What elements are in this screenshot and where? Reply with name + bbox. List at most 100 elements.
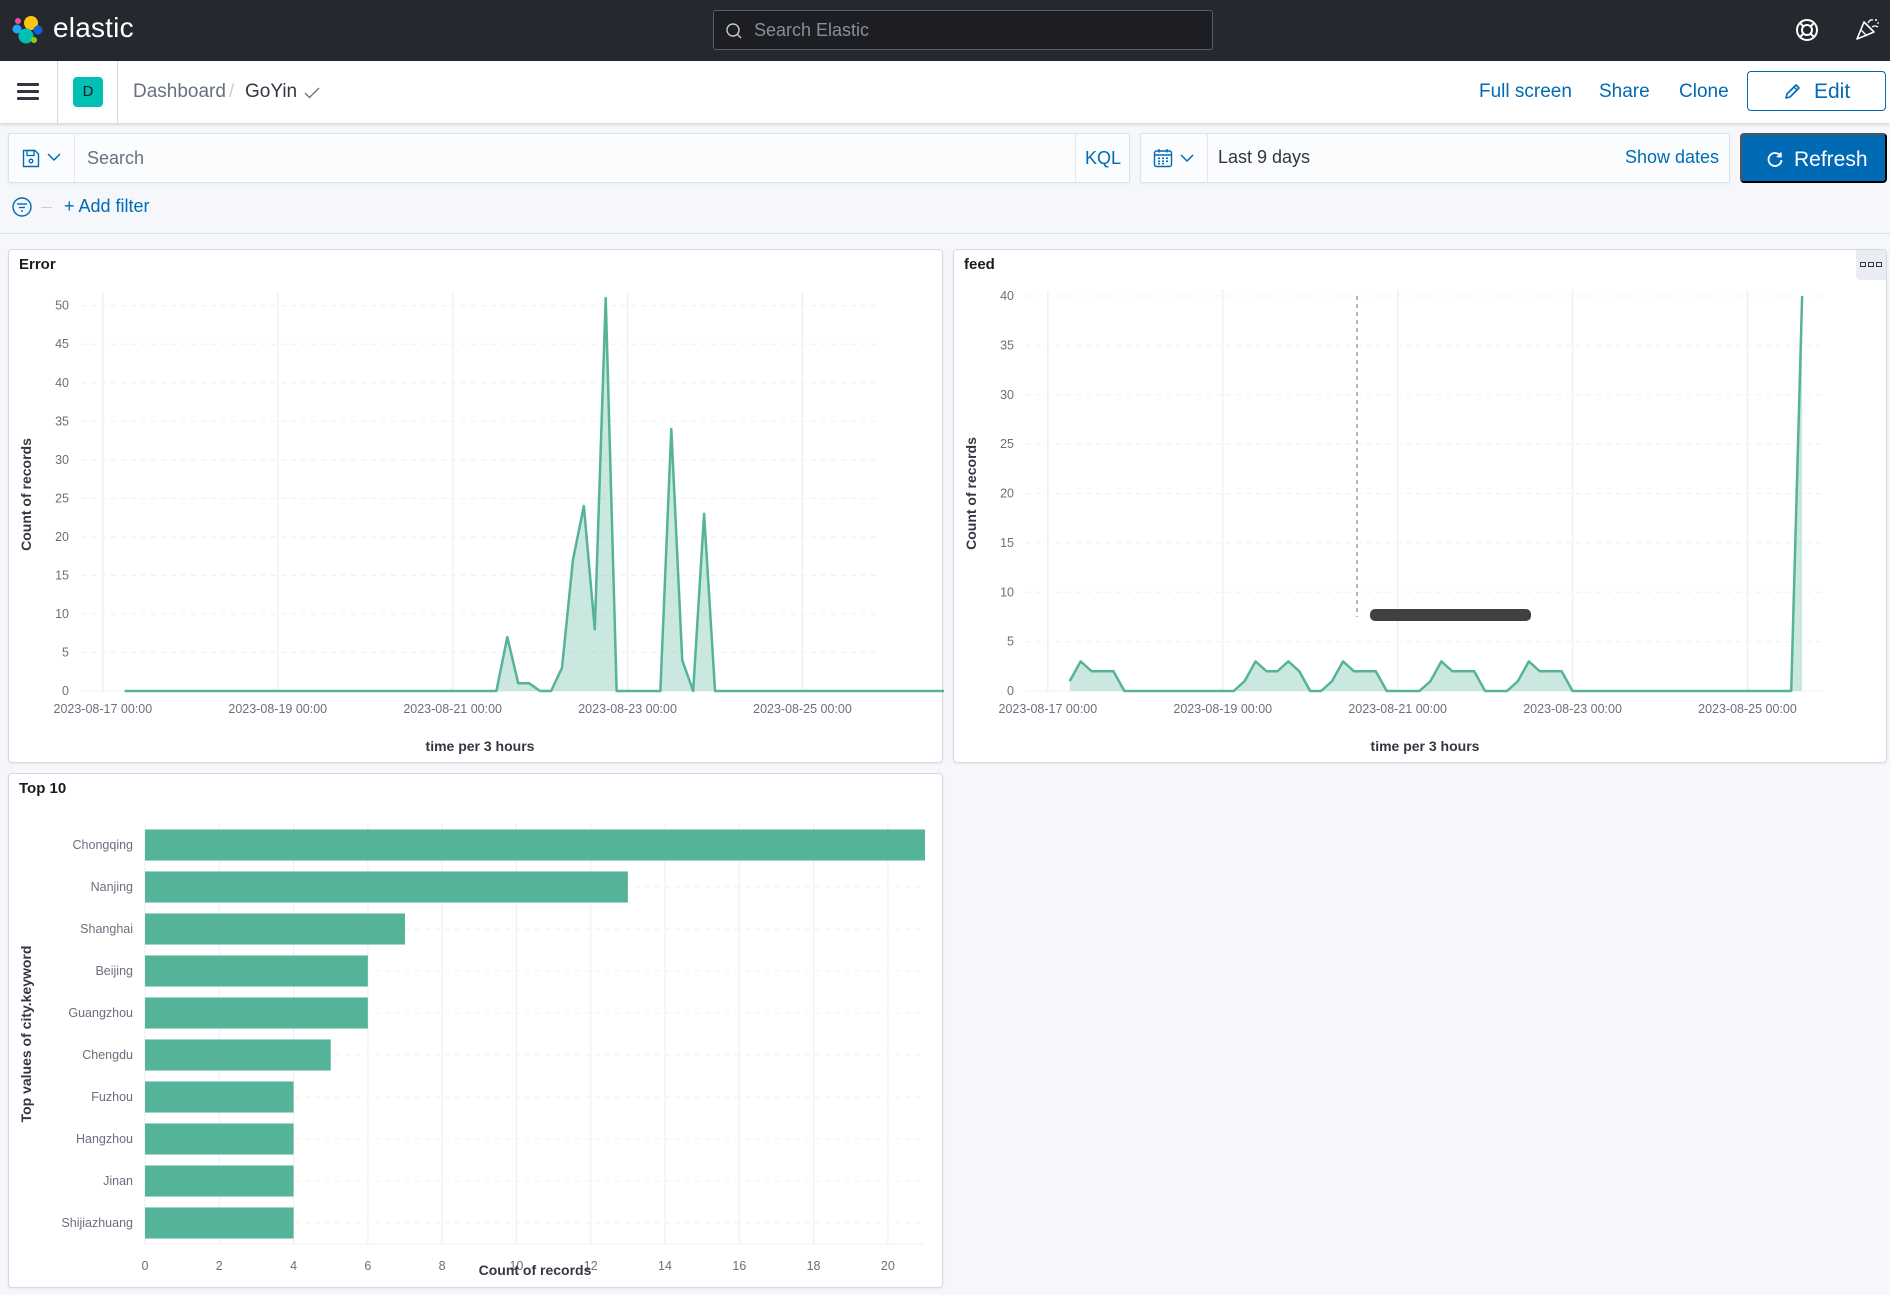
chevron-down-icon — [1180, 154, 1194, 163]
x-tick-label: 2023-08-25 00:00 — [1698, 702, 1797, 716]
x-tick-label: 4 — [290, 1259, 297, 1273]
query-language-button[interactable]: KQL — [1075, 134, 1130, 182]
bar — [145, 871, 628, 903]
x-tick-label: 2023-08-23 00:00 — [578, 702, 677, 716]
y-tick-label: 40 — [55, 376, 69, 390]
y-tick-label: 35 — [1000, 338, 1014, 352]
x-tick-label: 2023-08-19 00:00 — [228, 702, 327, 716]
error-area-chart[interactable]: 0 5 10 15 20 25 30 35 40 45 50 2023-08-17 00:00 2023… — [9, 250, 944, 764]
y-tick-label: 40 — [1000, 289, 1014, 303]
y-tick-label: Fuzhou — [91, 1090, 133, 1104]
bar — [145, 913, 405, 945]
y-tick-label: 15 — [1000, 536, 1014, 550]
x-tick-label: 2023-08-25 00:00 — [753, 702, 852, 716]
save-disk-icon — [22, 149, 40, 168]
x-tick-label: 2023-08-23 00:00 — [1523, 702, 1622, 716]
feed-area-chart[interactable]: 0 5 10 15 20 25 30 35 40 2023-08-17 00:00 2023-08-… — [954, 250, 1888, 764]
y-tick-label: 20 — [1000, 487, 1014, 501]
x-tick-label: 0 — [142, 1259, 149, 1273]
global-header: elastic — [0, 0, 1890, 61]
y-tick-label: 50 — [55, 299, 69, 313]
bar — [145, 1165, 294, 1197]
x-tick-label: 2023-08-21 00:00 — [1348, 702, 1447, 716]
y-tick-label: Shanghai — [80, 922, 133, 936]
y-axis-title: Count of records — [963, 437, 979, 550]
y-tick-label: Jinan — [103, 1174, 133, 1188]
nav-divider — [117, 61, 118, 123]
time-picker: Last 9 days Show dates — [1140, 133, 1730, 183]
series-line — [124, 296, 944, 693]
refresh-button[interactable]: Refresh — [1740, 133, 1887, 183]
newsfeed-confetti-icon[interactable] — [1854, 16, 1880, 42]
pencil-icon — [1785, 84, 1800, 99]
show-dates-button[interactable]: Show dates — [1625, 147, 1719, 168]
y-tick-label: 10 — [1000, 585, 1014, 599]
global-search-input[interactable] — [754, 11, 1204, 49]
bar — [145, 1039, 331, 1071]
share-link[interactable]: Share — [1599, 81, 1650, 103]
x-tick-label: 16 — [732, 1259, 746, 1273]
quick-menu-button[interactable] — [1141, 134, 1208, 182]
chevron-down-icon — [47, 153, 61, 162]
saved-queries-button[interactable] — [9, 134, 75, 182]
x-axis-title: Count of records — [479, 1262, 592, 1278]
breadcrumb-dashboard[interactable]: Dashboard — [133, 81, 226, 103]
y-tick-label: 5 — [62, 645, 69, 659]
y-tick-label: Chengdu — [82, 1048, 133, 1062]
filter-options-icon[interactable] — [12, 197, 32, 217]
x-tick-label: 2023-08-17 00:00 — [999, 702, 1098, 716]
y-tick-label: 30 — [55, 453, 69, 467]
global-search[interactable] — [713, 10, 1213, 50]
x-tick-label: 20 — [881, 1259, 895, 1273]
panel-error: Error 0 5 10 15 20 25 30 35 40 45 50 2023-08-17 00:… — [8, 249, 944, 764]
y-tick-label: Chongqing — [73, 838, 134, 852]
y-tick-label: 20 — [55, 530, 69, 544]
y-tick-label: Shijiazhuang — [61, 1216, 133, 1230]
breadcrumb-separator: / — [229, 81, 235, 102]
query-search-input[interactable] — [87, 134, 1067, 182]
brand-name: elastic — [53, 12, 134, 43]
x-axis-title: time per 3 hours — [1371, 738, 1480, 754]
x-tick-label: 6 — [364, 1259, 371, 1273]
y-axis-title: Top values of city.keyword — [18, 946, 34, 1123]
y-tick-label: 25 — [55, 491, 69, 505]
breadcrumb-current: GoYin — [245, 81, 298, 102]
y-tick-label: 35 — [55, 414, 69, 428]
query-bar: KQL — [8, 133, 1130, 183]
time-range-label[interactable]: Last 9 days — [1218, 147, 1310, 168]
panel-top10: Top 10 0 2 4 6 8 10 12 14 16 18 20 Chongqing Nanjing… — [8, 773, 943, 1288]
full-screen-link[interactable]: Full screen — [1479, 81, 1572, 103]
help-lifebuoy-icon[interactable] — [1794, 17, 1820, 43]
bar — [145, 1207, 294, 1239]
y-tick-label: 0 — [1007, 684, 1014, 698]
bar — [145, 829, 925, 861]
y-tick-label: 45 — [55, 337, 69, 351]
bar — [145, 955, 368, 987]
filter-divider — [41, 207, 52, 208]
y-tick-label: 5 — [1007, 635, 1014, 649]
app-navbar: D Dashboard / GoYin Full screen Share Cl… — [0, 61, 1890, 123]
space-avatar[interactable]: D — [73, 77, 103, 107]
edit-button[interactable]: Edit — [1747, 71, 1886, 111]
nav-divider — [57, 61, 58, 123]
refresh-label: Refresh — [1794, 148, 1868, 171]
menu-toggle-button[interactable] — [17, 83, 39, 101]
y-tick-label: 25 — [1000, 437, 1014, 451]
add-filter-button[interactable]: + Add filter — [64, 196, 150, 217]
clone-link[interactable]: Clone — [1679, 81, 1729, 103]
x-axis-title: time per 3 hours — [426, 738, 535, 754]
y-tick-label: Beijing — [95, 964, 133, 978]
y-tick-label: Nanjing — [91, 880, 133, 894]
series-area — [124, 298, 944, 691]
y-axis-title: Count of records — [18, 438, 34, 551]
x-tick-label: 2023-08-17 00:00 — [54, 702, 153, 716]
y-tick-label: 0 — [62, 684, 69, 698]
y-tick-label: 10 — [55, 607, 69, 621]
y-tick-label: Guangzhou — [68, 1006, 133, 1020]
top10-bar-chart[interactable]: 0 2 4 6 8 10 12 14 16 18 20ChongqingNanjingShangha… — [9, 774, 944, 1289]
x-tick-label: 8 — [439, 1259, 446, 1273]
filter-bar: + Add filter — [0, 190, 1890, 234]
y-tick-label: 15 — [55, 568, 69, 582]
elastic-logo-icon[interactable] — [12, 14, 44, 46]
y-tick-label: Hangzhou — [76, 1132, 133, 1146]
